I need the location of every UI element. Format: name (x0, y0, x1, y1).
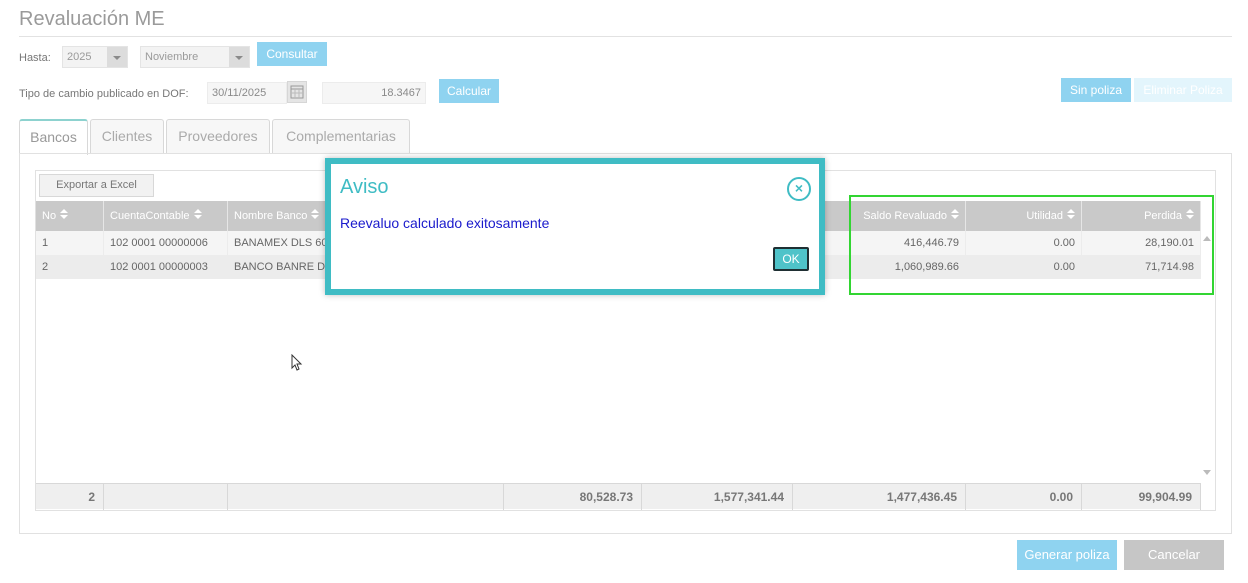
column-header-cuenta[interactable]: CuentaContable (104, 201, 228, 231)
total-col4: 80,528.73 (504, 484, 642, 510)
cell-banco: BANCO BANRE DE (228, 255, 328, 279)
grid-footer: 2 80,528.73 1,577,341.44 1,477,436.45 0.… (36, 483, 1201, 510)
ok-button[interactable]: OK (773, 247, 809, 271)
month-select[interactable]: Noviembre (140, 46, 250, 68)
consultar-button[interactable]: Consultar (257, 42, 327, 66)
total-empty (104, 484, 228, 510)
total-perdida: 99,904.99 (1082, 484, 1201, 510)
total-count: 2 (36, 484, 104, 510)
page-title: Revaluación ME (19, 8, 165, 30)
total-saldo-revaluado: 1,477,436.45 (793, 484, 966, 510)
cell-banco: BANAMEX DLS 60 (228, 231, 328, 255)
close-icon[interactable]: × (787, 177, 811, 201)
cell-no: 1 (36, 231, 104, 255)
aviso-dialog: Aviso × Reevaluo calculado exitosamente … (325, 158, 825, 295)
sort-icon (60, 209, 69, 220)
sin-poliza-button[interactable]: Sin poliza (1061, 78, 1131, 102)
sort-icon (311, 209, 320, 220)
generar-poliza-button[interactable]: Generar poliza (1017, 540, 1117, 570)
dialog-title: Aviso (340, 176, 389, 198)
cell-cuenta: 102 0001 00000003 (104, 255, 228, 279)
month-value: Noviembre (145, 51, 199, 63)
column-header-no[interactable]: No (36, 201, 104, 231)
highlight-box (849, 195, 1214, 295)
tipo-cambio-label: Tipo de cambio publicado en DOF: (19, 88, 189, 100)
tab-clientes[interactable]: Clientes (90, 119, 164, 153)
eliminar-poliza-button[interactable]: Eliminar Poliza (1134, 78, 1232, 102)
cell-no: 2 (36, 255, 104, 279)
dialog-message: Reevaluo calculado exitosamente (340, 215, 550, 231)
chevron-down-icon[interactable] (229, 47, 249, 67)
date-input[interactable]: 30/11/2025 (207, 82, 287, 104)
tab-proveedores[interactable]: Proveedores (166, 119, 270, 153)
cell-cuenta: 102 0001 00000006 (104, 231, 228, 255)
tab-bancos[interactable]: Bancos (19, 119, 88, 155)
rate-input[interactable]: 18.3467 (322, 82, 426, 104)
mouse-cursor-icon (291, 353, 303, 377)
title-divider (19, 36, 1232, 37)
year-select[interactable]: 2025 (62, 46, 128, 68)
tab-complementarias[interactable]: Complementarias (272, 119, 410, 153)
scroll-down-icon[interactable] (1203, 470, 1211, 475)
year-value: 2025 (67, 51, 92, 63)
total-empty (228, 484, 504, 510)
chevron-down-icon[interactable] (107, 47, 127, 67)
sort-icon (193, 209, 202, 220)
calcular-button[interactable]: Calcular (439, 79, 499, 103)
column-header-banco[interactable]: Nombre Banco (228, 201, 328, 231)
hasta-label: Hasta: (19, 52, 51, 64)
export-excel-button[interactable]: Exportar a Excel (39, 174, 154, 197)
calendar-icon[interactable] (287, 81, 307, 103)
total-col5: 1,577,341.44 (642, 484, 793, 510)
cancelar-button[interactable]: Cancelar (1124, 540, 1224, 570)
total-utilidad: 0.00 (966, 484, 1082, 510)
